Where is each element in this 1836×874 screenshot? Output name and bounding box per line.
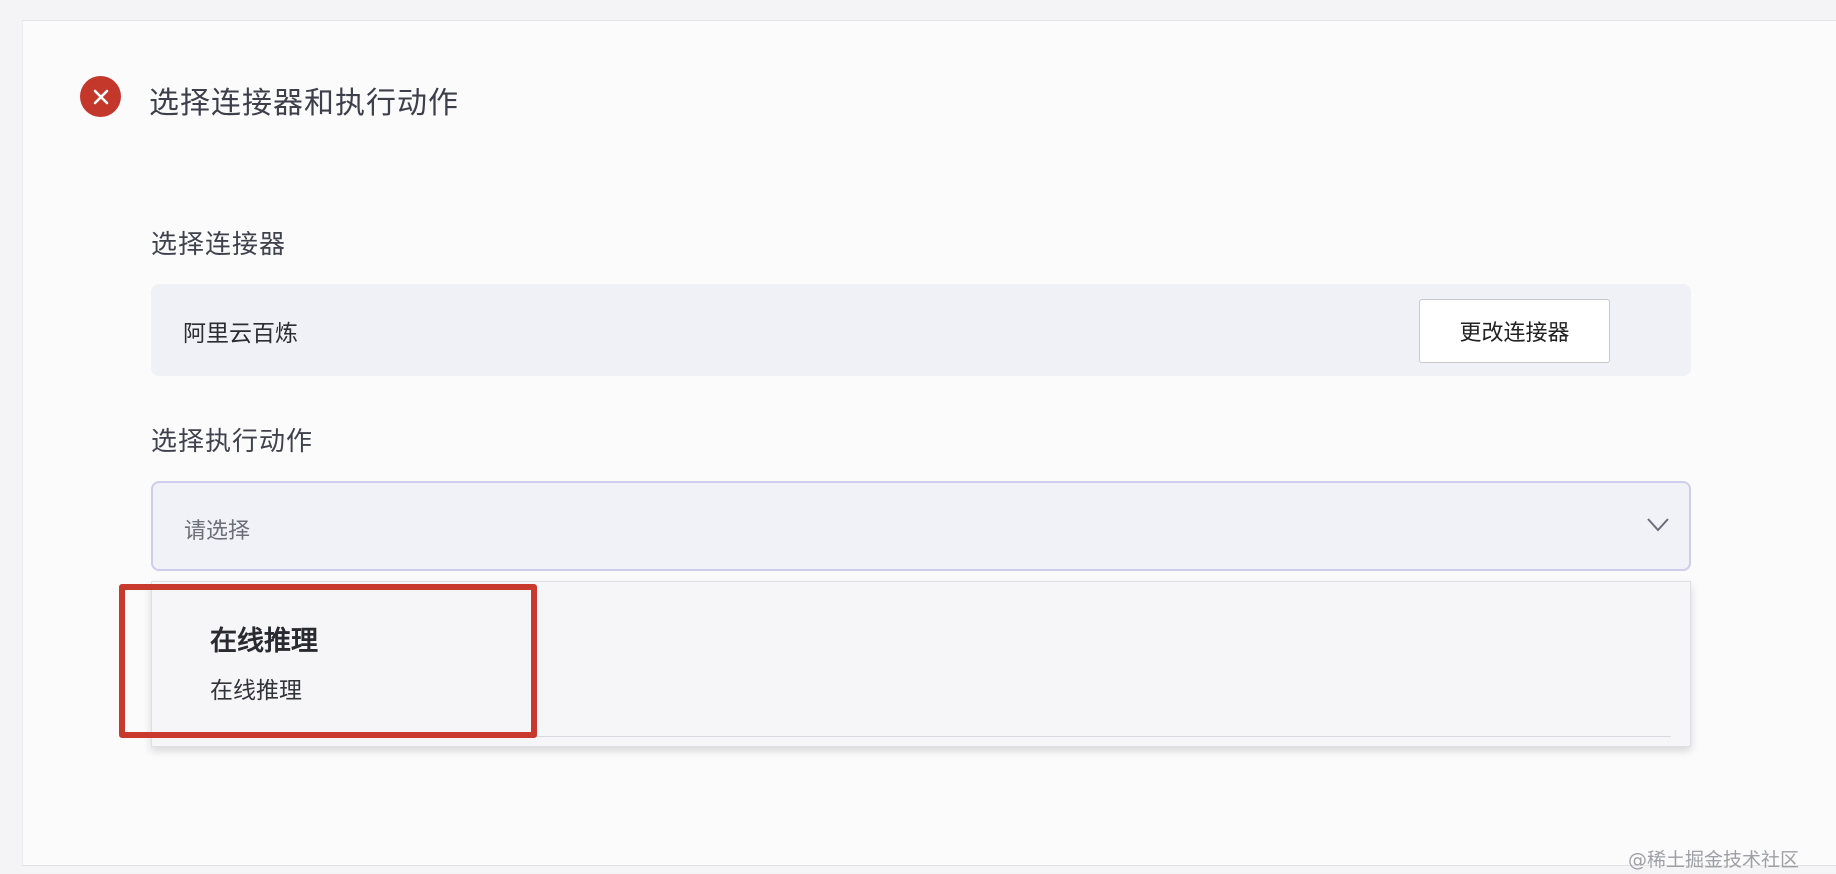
action-label: 选择执行动作 xyxy=(151,427,314,457)
connector-field: 阿里云百炼 更改连接器 xyxy=(151,284,1691,376)
action-select[interactable]: 请选择 xyxy=(151,481,1691,571)
page: 选择连接器和执行动作 选择连接器 阿里云百炼 更改连接器 选择执行动作 请选择 … xyxy=(0,0,1836,874)
close-circle-icon xyxy=(80,76,121,117)
connector-value: 阿里云百炼 xyxy=(183,321,298,347)
highlight-box xyxy=(119,584,537,738)
change-connector-button[interactable]: 更改连接器 xyxy=(1419,299,1610,363)
watermark: @稀土掘金技术社区 xyxy=(1627,849,1799,871)
chevron-down-icon[interactable] xyxy=(1647,517,1669,533)
step-title: 选择连接器和执行动作 xyxy=(149,86,459,121)
action-select-placeholder: 请选择 xyxy=(184,519,251,544)
connector-label: 选择连接器 xyxy=(151,230,287,260)
divider xyxy=(22,865,1836,866)
